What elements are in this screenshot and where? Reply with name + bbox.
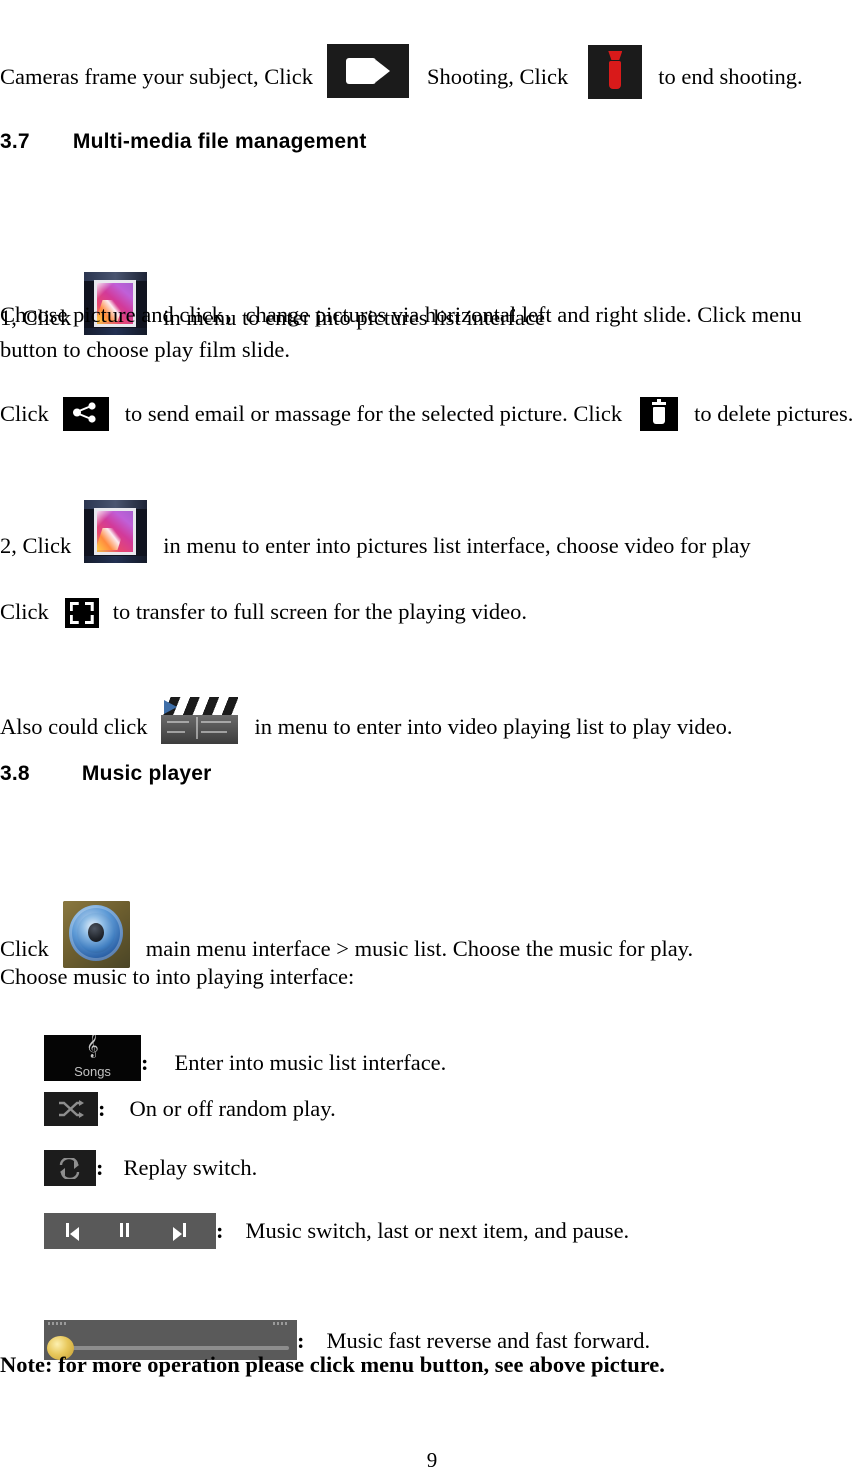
fullscreen-corner-bottom-right	[84, 615, 94, 624]
fullscreen-line-text-before: Click	[0, 598, 49, 624]
paragraph-share-delete: Click to send email or massage for the s…	[0, 397, 854, 431]
heading-3-7: 3.7 Multi-media file management	[0, 130, 367, 154]
clapperboard-icon[interactable]	[161, 697, 239, 744]
clapper-slate	[161, 715, 239, 744]
note-content: Note: for more operation please click me…	[0, 1352, 665, 1377]
share-line-text-middle: to send email or massage for the selecte…	[124, 400, 623, 426]
document-page: Cameras frame your subject, Click Shooti…	[0, 0, 864, 1484]
pause-icon[interactable]	[120, 1223, 129, 1246]
heading-3-8: 3.8 Music player	[0, 762, 212, 786]
fullscreen-icon[interactable]	[64, 598, 99, 628]
list-item-pictures-2: 2, Click in menu to enter into pictures …	[0, 500, 751, 563]
control-separator: :	[141, 1049, 149, 1075]
paragraph-video-list: Also could click in menu to enter into v…	[0, 697, 733, 744]
next-track-icon[interactable]	[173, 1223, 186, 1246]
heading-3-7-title: Multi-media file management	[72, 130, 367, 153]
fullscreen-corner-top-left	[69, 602, 79, 611]
heading-3-8-title: Music player	[81, 762, 212, 785]
control-separator: :	[216, 1217, 224, 1243]
control-description: Music switch, last or next item, and pau…	[245, 1217, 630, 1243]
control-separator: :	[98, 1095, 106, 1121]
seek-bar-track[interactable]	[54, 1346, 289, 1350]
music-intro-text-before: Click	[0, 935, 49, 961]
camcorder-body	[346, 58, 377, 84]
control-row-seek: : Music fast reverse and fast forward.	[44, 1320, 651, 1360]
transport-controls-icon[interactable]	[44, 1213, 216, 1249]
video-list-text-before: Also could click	[0, 713, 148, 739]
paragraph-camera-text-before: Cameras frame your subject, Click	[0, 63, 314, 89]
trash-lid	[652, 402, 667, 405]
control-description: Enter into music list interface.	[174, 1049, 447, 1075]
share-icon-glyph	[72, 402, 96, 423]
page-number-value: 9	[426, 1448, 438, 1472]
note-text: Note: for more operation please click me…	[0, 1352, 665, 1378]
paragraph-choose-picture: Choose picture and click，change pictures…	[0, 297, 864, 367]
gallery-frame	[94, 508, 137, 555]
list-item-2-text-before: 2, Click	[0, 532, 72, 558]
control-row-transport: : Music switch, last or next item, and p…	[44, 1213, 630, 1249]
control-separator: :	[96, 1154, 104, 1180]
list-item-2-text-after: in menu to enter into pictures list inte…	[163, 532, 751, 558]
fullscreen-corner-top-right	[84, 602, 94, 611]
gallery-icon[interactable]	[84, 500, 148, 563]
seek-bar-ticks-right	[273, 1322, 289, 1325]
stop-recording-cap	[608, 51, 623, 60]
clapper-line	[167, 731, 186, 733]
video-camera-icon[interactable]	[327, 44, 410, 98]
paragraph-camera-shooting: Cameras frame your subject, Click Shooti…	[0, 44, 803, 99]
share-line-text-before: Click	[0, 400, 49, 426]
control-row-songs: 𝄞 Songs : Enter into music list interfac…	[44, 1035, 447, 1081]
control-description: On or off random play.	[129, 1095, 336, 1121]
clapper-divider	[196, 717, 199, 739]
shuffle-icon[interactable]	[44, 1092, 98, 1126]
paragraph-camera-text-after: to end shooting.	[658, 63, 803, 89]
control-row-shuffle: : On or off random play.	[44, 1092, 336, 1126]
choose-music-text: Choose music to into playing interface:	[0, 964, 355, 989]
stop-recording-stem	[609, 61, 622, 89]
trash-can	[653, 407, 666, 424]
seek-bar-ticks-left	[48, 1322, 66, 1325]
previous-track-icon[interactable]	[66, 1223, 79, 1246]
repeat-icon[interactable]	[44, 1150, 96, 1186]
paragraph-fullscreen: Click to transfer to full screen for the…	[0, 598, 527, 628]
paragraph-music-intro: Click main menu interface > music list. …	[0, 901, 694, 968]
songs-button-label: Songs	[74, 1064, 111, 1079]
clapper-line	[201, 731, 228, 733]
repeat-icon-glyph	[59, 1158, 80, 1179]
clapper-play-triangle	[164, 700, 178, 714]
gallery-bottom-bar	[84, 556, 148, 563]
paragraph-camera-text-middle: Shooting, Click	[427, 63, 569, 89]
camcorder-lens	[376, 60, 391, 82]
fullscreen-corner-bottom-left	[69, 615, 79, 624]
heading-3-8-number: 3.8	[0, 762, 30, 785]
control-separator: :	[297, 1327, 305, 1353]
control-description: Music fast reverse and fast forward.	[326, 1327, 651, 1353]
fullscreen-line-text-after: to transfer to full screen for the playi…	[112, 598, 527, 624]
share-icon[interactable]	[62, 397, 109, 431]
music-intro-text-after: main menu interface > music list. Choose…	[145, 935, 694, 961]
treble-clef-icon: 𝄞	[86, 1035, 99, 1057]
video-list-text-after: in menu to enter into video playing list…	[254, 713, 733, 739]
page-number: 9	[0, 1448, 864, 1473]
share-line-text-after: to delete pictures.	[694, 400, 854, 426]
clapper-line	[201, 721, 232, 723]
clapper-line	[167, 721, 190, 723]
shuffle-icon-glyph	[59, 1100, 84, 1118]
control-row-repeat: : Replay switch.	[44, 1150, 258, 1186]
songs-button-icon[interactable]: 𝄞 Songs	[44, 1035, 141, 1081]
control-description: Replay switch.	[123, 1154, 258, 1180]
paragraph-choose-picture-text: Choose picture and click，change pictures…	[0, 302, 802, 362]
paragraph-choose-music: Choose music to into playing interface:	[0, 959, 354, 994]
music-speaker-icon[interactable]	[62, 901, 130, 968]
delete-icon[interactable]	[640, 397, 679, 431]
heading-3-7-number: 3.7	[0, 130, 30, 153]
stop-recording-icon[interactable]	[588, 45, 643, 99]
speaker-dust-cap	[87, 923, 104, 942]
